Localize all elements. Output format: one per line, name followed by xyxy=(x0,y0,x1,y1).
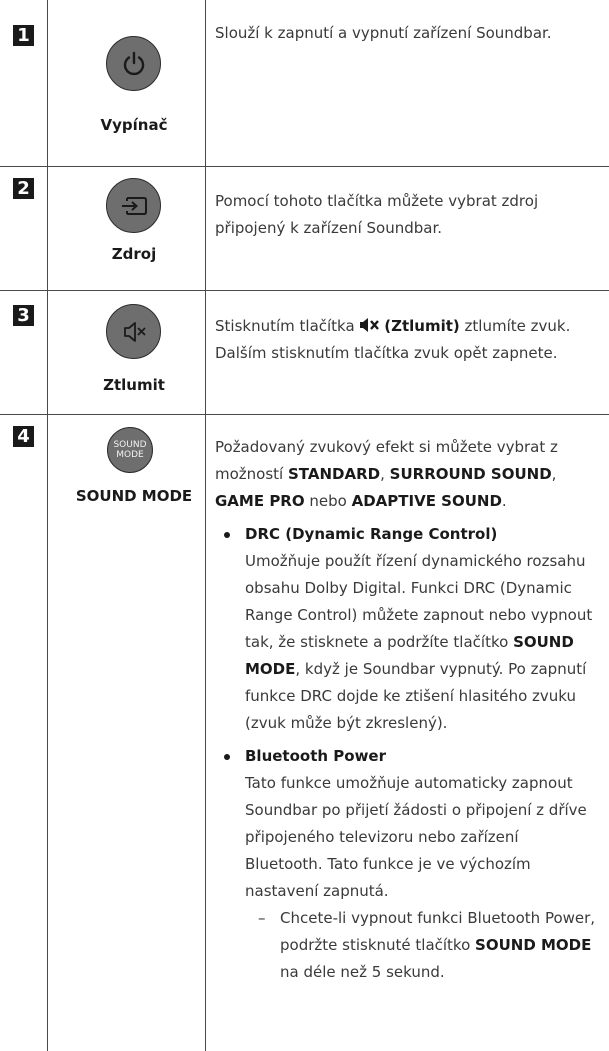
row-divider-1 xyxy=(0,166,609,167)
power-description: Slouží k zapnutí a vypnutí zařízení Soun… xyxy=(215,24,552,42)
bullet-bluetooth-power: Bluetooth Power Tato funkce umožňuje aut… xyxy=(215,743,600,986)
sound-mode-button-text: SOUND MODE xyxy=(113,440,146,460)
bullet-text-end: , když je Soundbar vypnutý. Po zapnutí f… xyxy=(245,660,587,732)
period: . xyxy=(501,492,507,510)
bullet-title: DRC (Dynamic Range Control) xyxy=(245,525,498,543)
mute-button-label: Ztlumit xyxy=(103,376,165,394)
bullet-dot xyxy=(224,532,230,538)
power-button-label: Vypínač xyxy=(100,116,168,134)
sub-note-bold: SOUND MODE xyxy=(475,936,592,954)
separator: , xyxy=(380,465,385,483)
bullet-drc: DRC (Dynamic Range Control) Umožňuje pou… xyxy=(215,521,600,737)
conjunction: nebo xyxy=(309,492,347,510)
bullet-dot xyxy=(224,754,230,760)
row-divider-3 xyxy=(0,414,609,415)
mute-description: Stisknutím tlačítka (Ztlumit) ztlumíte z… xyxy=(215,313,600,367)
row-number-badge: 4 xyxy=(13,426,34,447)
sub-note-end: na déle než 5 sekund. xyxy=(280,963,445,981)
sound-mode-button-label: SOUND MODE xyxy=(75,487,193,505)
dash-marker: – xyxy=(258,909,266,927)
row-number-badge: 2 xyxy=(13,178,34,199)
power-icon xyxy=(123,51,144,75)
option-game-pro: GAME PRO xyxy=(215,492,305,510)
sub-note: – Chcete-li vypnout funkci Bluetooth Pow… xyxy=(245,905,600,986)
option-surround-sound: SURROUND SOUND xyxy=(389,465,552,483)
row-divider-2 xyxy=(0,290,609,291)
option-adaptive-sound: ADAPTIVE SOUND xyxy=(351,492,502,510)
option-standard: STANDARD xyxy=(288,465,381,483)
source-button-illustration xyxy=(106,178,161,233)
sound-mode-intro: Požadovaný zvukový efekt si můžete vybra… xyxy=(215,434,600,515)
sound-mode-description: Požadovaný zvukový efekt si můžete vybra… xyxy=(215,434,600,986)
row-number-badge: 3 xyxy=(13,305,34,326)
mute-description-start: Stisknutím tlačítka xyxy=(215,317,355,335)
separator: , xyxy=(551,465,557,483)
sound-mode-button-text-line2: MODE xyxy=(116,450,144,460)
mute-button-illustration xyxy=(106,304,161,359)
source-description: Pomocí tohoto tlačítka můžete vybrat zdr… xyxy=(215,192,539,237)
mute-icon xyxy=(123,321,146,342)
bullet-text: Tato funkce umožňuje automaticky zapnout… xyxy=(245,774,587,900)
bullet-text: Umožňuje použít řízení dynamického rozsa… xyxy=(245,548,600,737)
source-input-icon xyxy=(121,196,147,215)
mute-icon xyxy=(360,318,380,332)
sound-mode-button-illustration: SOUND MODE xyxy=(107,427,153,473)
bullet-title: Bluetooth Power xyxy=(245,747,387,765)
row-number-badge: 1 xyxy=(13,25,34,46)
column-divider-right xyxy=(205,0,206,1051)
column-divider-left xyxy=(47,0,48,1051)
power-button-illustration xyxy=(106,36,161,91)
mute-bold-label: (Ztlumit) xyxy=(384,317,460,335)
button-function-table: 1 Vypínač Slouží k zapnutí a vypnutí zař… xyxy=(0,0,609,1051)
sound-mode-button-text-line1: SOUND xyxy=(113,440,147,450)
source-button-label: Zdroj xyxy=(111,245,157,263)
